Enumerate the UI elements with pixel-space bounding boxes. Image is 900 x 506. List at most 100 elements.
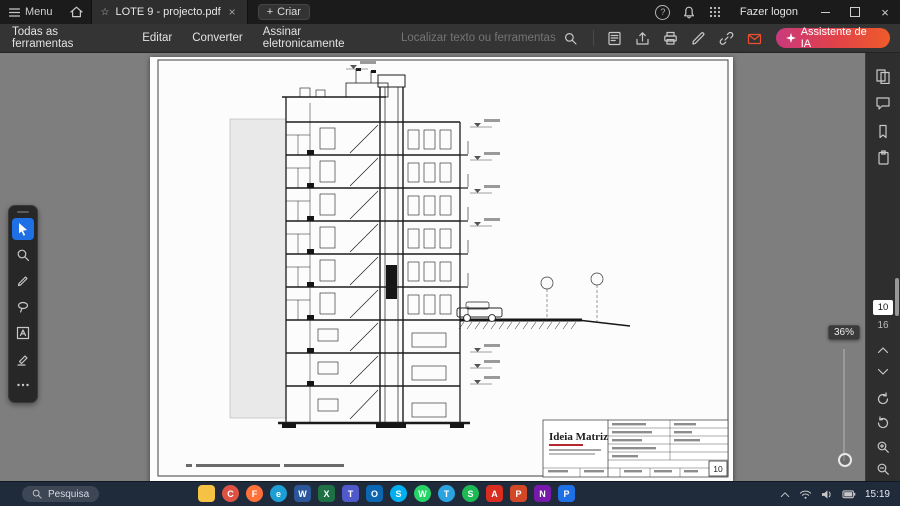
taskbar-app-outlook[interactable]: O [366, 485, 383, 502]
page-display-icon[interactable] [607, 31, 622, 46]
link-icon[interactable] [719, 31, 734, 46]
zoom-slider[interactable] [838, 349, 852, 467]
search-icon [564, 32, 577, 45]
taskbar-app-chrome[interactable]: C [222, 485, 239, 502]
clock[interactable]: 15:19 [865, 489, 890, 500]
taskbar-search-label: Pesquisa [48, 488, 90, 500]
page-thumbnails-button[interactable] [866, 68, 900, 84]
previous-page-button[interactable] [866, 346, 900, 354]
select-tool[interactable] [12, 218, 34, 240]
next-page-button[interactable] [866, 368, 900, 376]
zoom-in-button[interactable] [866, 440, 900, 454]
zoom-out-button[interactable] [866, 462, 900, 476]
create-button[interactable]: + Criar [257, 4, 310, 20]
document-tab[interactable]: ☆ LOTE 9 - projecto.pdf × [90, 0, 248, 24]
create-label: Criar [277, 6, 301, 18]
rail-grip[interactable] [17, 211, 29, 213]
taskbar-app-photos[interactable]: P [558, 485, 575, 502]
total-pages-value: 16 [877, 320, 889, 331]
highlighter-icon [17, 355, 28, 366]
comments-button[interactable] [866, 96, 900, 111]
main-toolbar: Todas as ferramentas Editar Converter As… [0, 24, 900, 53]
magnifier-icon [17, 249, 30, 262]
text-box-icon [16, 326, 30, 340]
sheet-number: 10 [713, 464, 723, 474]
add-text-tool[interactable] [12, 322, 34, 344]
vertical-scrollbar[interactable] [895, 278, 899, 316]
tray-chevron-up-icon[interactable] [780, 491, 790, 498]
chevron-down-icon [877, 368, 889, 375]
windows-taskbar: Pesquisa CFeWXTOSWTSAPNP 15:19 [0, 481, 900, 506]
current-page-value[interactable]: 10 [873, 300, 893, 315]
taskbar-app-skype[interactable]: S [390, 485, 407, 502]
home-button[interactable] [62, 0, 91, 24]
rotate-icon [877, 416, 889, 429]
separator [592, 30, 594, 46]
menu-button[interactable]: Menu [0, 0, 62, 24]
search-input[interactable] [385, 31, 558, 45]
wifi-icon[interactable] [799, 489, 812, 500]
taskbar-app-file-explorer[interactable] [198, 485, 215, 502]
apps-grid-button[interactable] [702, 0, 728, 24]
taskbar-app-spotify[interactable]: S [462, 485, 479, 502]
help-button[interactable]: ? [650, 0, 676, 24]
ground-line [458, 318, 631, 330]
refresh-button[interactable] [866, 392, 900, 406]
toolbar-item-all-tools[interactable]: Todas as ferramentas [12, 26, 122, 50]
pdf-page[interactable]: Ideia Matriz 10 [150, 57, 733, 482]
pencil-icon [17, 276, 28, 287]
clipboard-icon [877, 150, 889, 165]
favorite-star-icon: ☆ [100, 6, 110, 18]
volume-icon[interactable] [821, 489, 833, 500]
rotate-view-button[interactable] [866, 416, 900, 430]
taskbar-app-powerpoint[interactable]: P [510, 485, 527, 502]
fill-sign-icon[interactable] [691, 31, 706, 46]
zoom-slider-handle[interactable] [838, 453, 852, 467]
chevron-up-icon [877, 347, 889, 354]
export-pdf-icon[interactable] [635, 31, 650, 46]
draw-tool[interactable] [12, 270, 34, 292]
taskbar-app-teams[interactable]: T [342, 485, 359, 502]
plus-icon: + [266, 6, 274, 18]
lasso-tool[interactable] [12, 296, 34, 318]
tab-close-icon[interactable]: × [227, 5, 238, 19]
document-viewport[interactable]: Ideia Matriz 10 10 16 36% [0, 52, 900, 482]
minimize-button[interactable] [810, 0, 840, 24]
toolbar-item-convert[interactable]: Converter [192, 32, 243, 44]
taskbar-app-acrobat[interactable]: A [486, 485, 503, 502]
bookmark-icon [879, 124, 887, 139]
maximize-button[interactable] [840, 0, 870, 24]
highlight-tool[interactable] [12, 348, 34, 370]
section-drawing: Ideia Matriz 10 [157, 59, 729, 478]
taskbar-app-onenote[interactable]: N [534, 485, 551, 502]
toolbar-item-edit[interactable]: Editar [142, 32, 172, 44]
share-icon[interactable] [747, 31, 762, 46]
toolbar-item-esign[interactable]: Assinar eletronicamente [263, 26, 386, 50]
notifications-button[interactable] [676, 0, 702, 24]
taskbar-app-excel[interactable]: X [318, 485, 335, 502]
taskbar-app-whatsapp[interactable]: W [414, 485, 431, 502]
lasso-icon [17, 301, 29, 313]
print-icon[interactable] [663, 31, 678, 46]
taskbar-search[interactable]: Pesquisa [22, 486, 100, 502]
car-drawing [456, 301, 503, 322]
attachments-button[interactable] [866, 150, 900, 165]
zoom-out-icon [877, 463, 889, 475]
more-tools[interactable] [12, 374, 34, 396]
close-button[interactable]: × [870, 0, 900, 24]
sign-in-button[interactable]: Fazer logon [728, 6, 810, 18]
bookmarks-button[interactable] [866, 124, 900, 139]
taskbar-app-telegram[interactable]: T [438, 485, 455, 502]
ellipsis-icon [17, 383, 29, 387]
apps-grid-icon [709, 6, 721, 18]
taskbar-app-firefox[interactable]: F [246, 485, 263, 502]
taskbar-app-edge[interactable]: e [270, 485, 287, 502]
title-block: Ideia Matriz 10 [542, 419, 729, 478]
ai-assistant-button[interactable]: Assistente de IA [775, 26, 890, 50]
find-tools-search[interactable] [385, 31, 577, 45]
zoom-tool[interactable] [12, 244, 34, 266]
taskbar-app-word[interactable]: W [294, 485, 311, 502]
minimize-icon [820, 11, 830, 13]
battery-icon[interactable] [842, 489, 856, 499]
refresh-icon [877, 392, 889, 405]
